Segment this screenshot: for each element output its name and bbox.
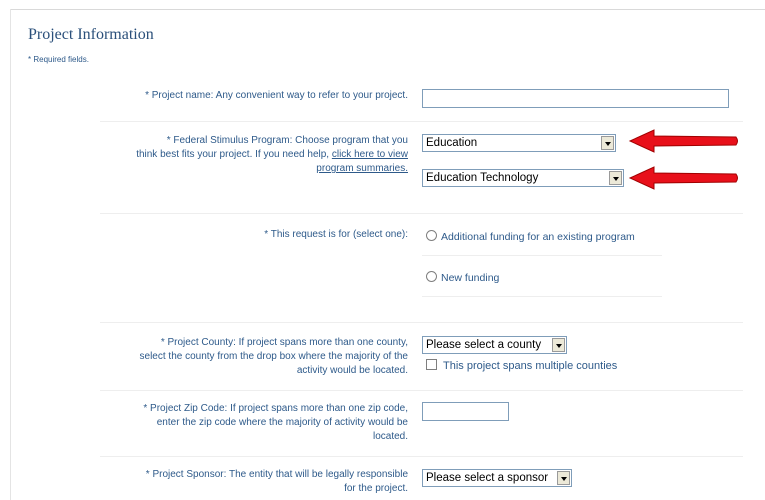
subprogram-select[interactable]: Education Technology [422, 169, 624, 187]
zip-hint-3: located. [372, 431, 408, 442]
section-title: Project Information [28, 26, 154, 43]
project-name-hint: Any convenient way to refer to your proj… [215, 90, 408, 101]
zip-hint-2: enter the zip code where the majority of… [156, 417, 408, 428]
top-divider [10, 9, 765, 10]
checkbox-icon[interactable] [426, 359, 437, 370]
program-select[interactable]: Education [422, 134, 616, 152]
radio-existing-program[interactable]: Additional funding for an existing progr… [426, 230, 635, 243]
row-divider [100, 456, 743, 457]
dropdown-arrow-icon[interactable] [552, 338, 565, 352]
sponsor-select-value: Please select a sponsor [426, 472, 549, 484]
stimulus-label-text: * Federal Stimulus Program: [166, 135, 293, 146]
radio-new-label: New funding [441, 272, 500, 284]
zip-input[interactable] [422, 402, 509, 421]
county-hint-2: select the county from the drop box wher… [139, 351, 408, 362]
county-label-text: * Project County: [160, 337, 236, 348]
dropdown-arrow-icon[interactable] [601, 136, 614, 150]
project-name-label: * Project name: Any convenient way to re… [145, 89, 408, 103]
row-divider [100, 390, 743, 391]
program-select-value: Education [426, 137, 478, 149]
multiple-counties-checkbox[interactable]: This project spans multiple counties [426, 359, 617, 372]
left-border [10, 9, 11, 500]
zip-label: * Project Zip Code: If project spans mor… [143, 402, 408, 444]
county-hint-3: activity would be located. [296, 365, 408, 376]
sponsor-hint-2: for the project. [344, 483, 408, 494]
sponsor-select[interactable]: Please select a sponsor [422, 469, 572, 487]
zip-hint-1: If project spans more than one zip code, [230, 403, 408, 414]
project-name-label-text: * Project name: [145, 90, 214, 101]
radio-button-icon[interactable] [426, 230, 437, 241]
county-select[interactable]: Please select a county [422, 336, 567, 354]
sponsor-hint-1: The entity that will be legally responsi… [229, 469, 408, 480]
required-note: * Required fields. [28, 55, 89, 64]
radio-existing-label: Additional funding for an existing progr… [441, 231, 635, 243]
red-arrow-icon [628, 129, 738, 153]
multiple-counties-label: This project spans multiple counties [443, 360, 618, 372]
stimulus-hint-1: Choose program that you [295, 135, 408, 146]
radio-new-funding[interactable]: New funding [426, 271, 499, 284]
option-divider [422, 255, 662, 256]
radio-button-icon[interactable] [426, 271, 437, 282]
county-hint-1: If project spans more than one county, [238, 337, 408, 348]
county-select-value: Please select a county [426, 339, 542, 351]
row-divider [100, 213, 743, 214]
dropdown-arrow-icon[interactable] [609, 171, 622, 185]
request-type-label: * This request is for (select one): [264, 229, 408, 240]
stimulus-hint-2: think best fits your project. If you nee… [136, 149, 330, 160]
red-arrow-icon [628, 166, 738, 190]
option-divider [422, 296, 662, 297]
stimulus-program-label: * Federal Stimulus Program: Choose progr… [136, 134, 408, 176]
row-divider [100, 121, 743, 122]
program-summaries-link-2[interactable]: program summaries. [316, 163, 408, 174]
sponsor-label: * Project Sponsor: The entity that will … [146, 468, 408, 496]
row-divider [100, 322, 743, 323]
county-label: * Project County: If project spans more … [140, 336, 408, 378]
program-summaries-link[interactable]: click here to view [332, 149, 408, 160]
zip-label-text: * Project Zip Code: [143, 403, 228, 414]
sponsor-label-text: * Project Sponsor: [145, 469, 227, 480]
project-name-input[interactable] [422, 89, 729, 108]
dropdown-arrow-icon[interactable] [557, 471, 570, 485]
subprogram-select-value: Education Technology [426, 172, 539, 184]
